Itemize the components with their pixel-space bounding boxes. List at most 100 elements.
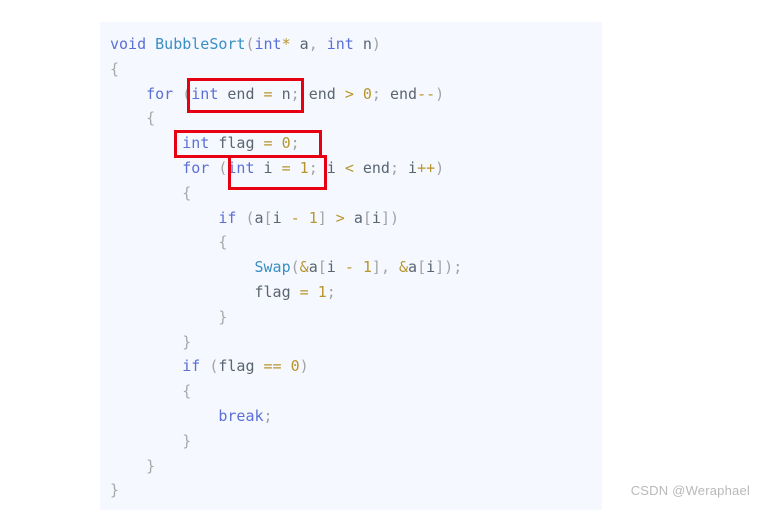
code-token-punc: [ — [362, 208, 372, 227]
code-token-op: & — [299, 258, 309, 277]
code-token-punc: ( — [245, 35, 255, 53]
code-token-kw: for — [182, 158, 210, 177]
code-token-id: flag — [218, 134, 255, 153]
code-token-num: 1 — [317, 282, 327, 301]
code-token-punc: ; — [371, 84, 381, 103]
watermark: CSDN @Weraphael — [630, 483, 750, 498]
code-line: flag = 1; — [100, 280, 602, 305]
code-token-op: = — [263, 134, 273, 153]
code-token-op: - — [344, 258, 354, 277]
code-token-punc: [ — [263, 208, 273, 227]
code-token-id: end — [389, 84, 418, 103]
code-token-punc: [ — [317, 258, 327, 277]
code-token-op: = — [281, 158, 291, 177]
code-token-kw: if — [182, 357, 201, 376]
code-line: int flag = 0; — [100, 131, 602, 156]
code-line: for (int i = 1; i < end; i++) — [100, 156, 602, 181]
code-line: { — [100, 181, 602, 206]
code-line: for (int end = n; end > 0; end--) — [100, 82, 602, 107]
code-token-fn: Swap — [254, 258, 291, 277]
code-token-op: -- — [417, 84, 436, 103]
code-token-punc: ) — [371, 35, 381, 53]
code-token-id: a — [308, 258, 318, 277]
code-token-brace: { — [146, 109, 156, 128]
code-token-id: i — [326, 258, 336, 277]
code-token-punc: ; — [453, 258, 463, 277]
code-token-kw: int — [182, 134, 210, 153]
code-token-kw: int — [326, 35, 354, 53]
code-token-punc: ( — [245, 208, 255, 227]
code-token-punc: [ — [417, 258, 427, 277]
code-token-brace: } — [182, 332, 192, 351]
code-token-fn: BubbleSort — [155, 35, 246, 53]
code-token-punc: ) — [389, 208, 399, 227]
code-token-id: a — [254, 208, 264, 227]
code-token-brace: } — [218, 307, 228, 326]
code-token-brace: { — [182, 382, 192, 401]
code-token-id: i — [426, 258, 436, 277]
code-line: if (flag == 0) — [100, 354, 602, 379]
code-token-num: 1 — [362, 258, 372, 277]
code-block: void BubbleSort(int* a, int n){ for (int… — [100, 22, 602, 510]
code-line: if (a[i - 1] > a[i]) — [100, 206, 602, 231]
code-token-id: flag — [218, 357, 255, 376]
code-token-id: i — [263, 158, 273, 177]
code-line: } — [100, 330, 602, 355]
code-token-kw: void — [110, 35, 147, 53]
code-token-brace: { — [110, 59, 120, 78]
code-token-punc: ] — [317, 208, 327, 227]
code-token-id: end — [308, 84, 336, 103]
code-token-punc: ; — [290, 134, 300, 153]
code-line: break; — [100, 404, 602, 429]
code-token-kw: int — [254, 35, 282, 53]
code-token-op: == — [263, 357, 282, 376]
code-token-brace: } — [182, 431, 192, 450]
code-token-brace: } — [146, 456, 156, 475]
code-token-punc: ] — [380, 208, 390, 227]
code-token-punc: ; — [326, 282, 336, 301]
code-token-op: < — [344, 158, 354, 177]
code-token-punc: , — [380, 258, 390, 277]
code-token-op: = — [299, 282, 309, 301]
code-line: { — [100, 57, 602, 82]
code-token-op: > — [335, 208, 345, 227]
code-token-num: 0 — [362, 84, 372, 103]
code-token-punc: ; — [290, 84, 300, 103]
code-token-kw: int — [191, 84, 219, 103]
code-token-op: ++ — [417, 158, 436, 177]
code-line: } — [100, 454, 602, 479]
code-token-op: * — [281, 35, 291, 53]
code-token-op: - — [290, 208, 300, 227]
code-token-brace: { — [218, 233, 228, 252]
code-line: } — [100, 429, 602, 454]
